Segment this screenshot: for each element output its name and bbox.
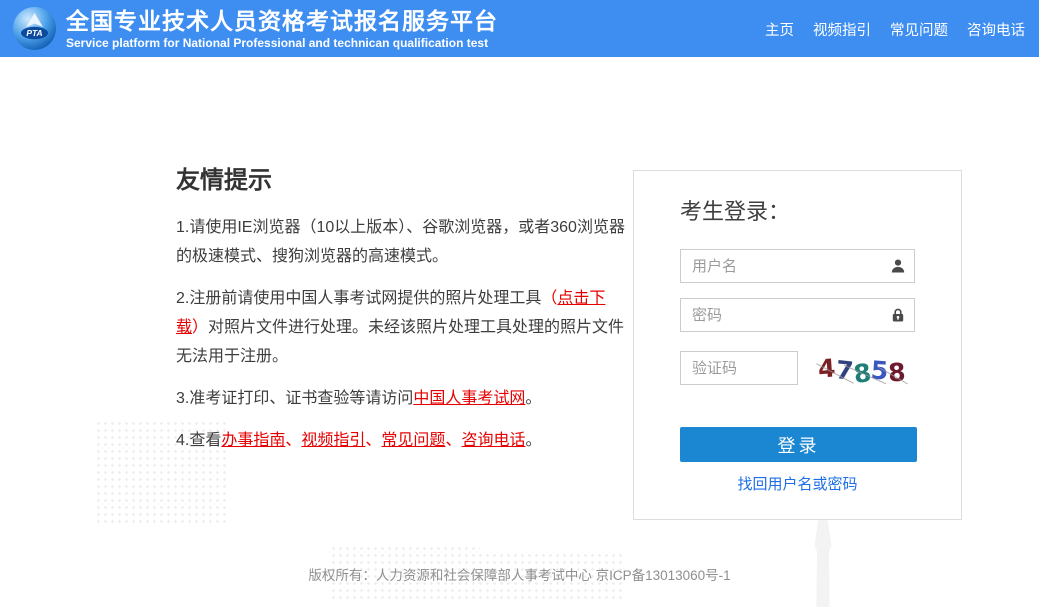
- footer: 版权所有：人力资源和社会保障部人事考试中心 京ICP备13013060号-1: [0, 564, 1039, 584]
- faq-link[interactable]: 常见问题: [381, 432, 445, 449]
- tips-heading: 友情提示: [176, 167, 272, 194]
- tip-item-2: 2.注册前请使用中国人事考试网提供的照片处理工具（点击下载）对照片文件进行处理。…: [176, 290, 625, 365]
- copyright-text: 版权所有：人力资源和社会保障部人事考试中心 京ICP备13013060号-1: [308, 568, 731, 583]
- cpta-site-link[interactable]: 中国人事考试网: [413, 390, 525, 407]
- pta-logo-icon: PTA: [12, 6, 57, 51]
- login-button[interactable]: 登录: [680, 427, 917, 462]
- user-icon: [891, 259, 905, 273]
- hotline-link[interactable]: 咨询电话: [461, 432, 525, 449]
- captcha-image[interactable]: 4 7 8 5 8: [812, 347, 912, 389]
- tip-item-4: 4.查看办事指南、视频指引、常见问题、咨询电话。: [176, 432, 542, 449]
- video-guide-link[interactable]: 视频指引: [301, 432, 365, 449]
- tips-section: 友情提示 1.请使用IE浏览器（10以上版本）、谷歌浏览器，或者360浏览器的极…: [176, 160, 634, 468]
- password-row: [680, 298, 915, 332]
- svg-text:PTA: PTA: [26, 28, 42, 38]
- lock-icon: [892, 308, 904, 322]
- nav-faq[interactable]: 常见问题: [890, 19, 948, 40]
- service-guide-link[interactable]: 办事指南: [221, 432, 285, 449]
- nav-hotline[interactable]: 咨询电话: [967, 19, 1025, 40]
- captcha-input[interactable]: [680, 351, 798, 385]
- captcha-row: 4 7 8 5 8: [680, 347, 915, 389]
- login-panel: 考生登录： 4 7 8 5 8 登录 找回用户名或密码: [633, 170, 962, 520]
- top-nav: 主页 视频指引 常见问题 咨询电话: [765, 19, 1025, 40]
- forgot-credentials-link[interactable]: 找回用户名或密码: [634, 473, 961, 494]
- tip-item-3: 3.准考证打印、证书查验等请访问中国人事考试网。: [176, 390, 542, 407]
- header: PTA 全国专业技术人员资格考试报名服务平台 Service platform …: [0, 0, 1039, 57]
- tip-item-1: 1.请使用IE浏览器（10以上版本）、谷歌浏览器，或者360浏览器的极速模式、搜…: [176, 219, 625, 265]
- nav-video-guide[interactable]: 视频指引: [813, 19, 871, 40]
- site-subtitle: Service platform for National Profession…: [66, 36, 489, 50]
- password-input[interactable]: [680, 298, 915, 332]
- username-row: [680, 249, 915, 283]
- nav-home[interactable]: 主页: [765, 19, 794, 40]
- username-input[interactable]: [680, 249, 915, 283]
- login-heading: 考生登录：: [680, 199, 791, 224]
- site-title: 全国专业技术人员资格考试报名服务平台: [66, 8, 498, 34]
